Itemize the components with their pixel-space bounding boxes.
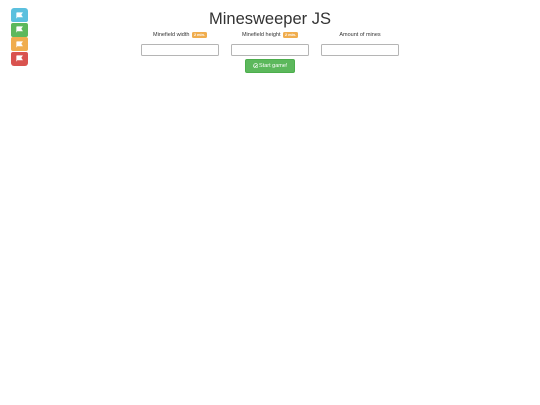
page-title: Minesweeper JS <box>209 10 331 28</box>
width-label: Minefield width <box>153 32 190 38</box>
warning-flag-button[interactable] <box>11 37 28 51</box>
mines-input[interactable] <box>321 44 399 56</box>
start-game-label: Start game! <box>259 63 288 69</box>
width-min-badge: 2 min. <box>191 31 207 38</box>
height-label: Minefield height <box>241 32 281 38</box>
flag-icon <box>16 40 23 48</box>
width-input[interactable] <box>141 44 219 56</box>
flag-icon <box>16 55 23 62</box>
start-game-button[interactable]: Start game! <box>245 59 295 73</box>
danger-flag-button[interactable] <box>11 51 28 66</box>
check-circle-icon <box>252 62 259 69</box>
height-min-badge: 2 min. <box>283 31 299 38</box>
mines-field-group: Amount of mines <box>321 31 399 56</box>
height-field-group: Minefield height 2 min. <box>231 31 309 56</box>
height-input[interactable] <box>231 44 309 56</box>
width-field-group: Minefield width 2 min. <box>141 31 219 56</box>
mines-label: Amount of mines <box>339 32 381 38</box>
page: Minesweeper JS Minefield width 2 min. Mi… <box>0 0 540 405</box>
